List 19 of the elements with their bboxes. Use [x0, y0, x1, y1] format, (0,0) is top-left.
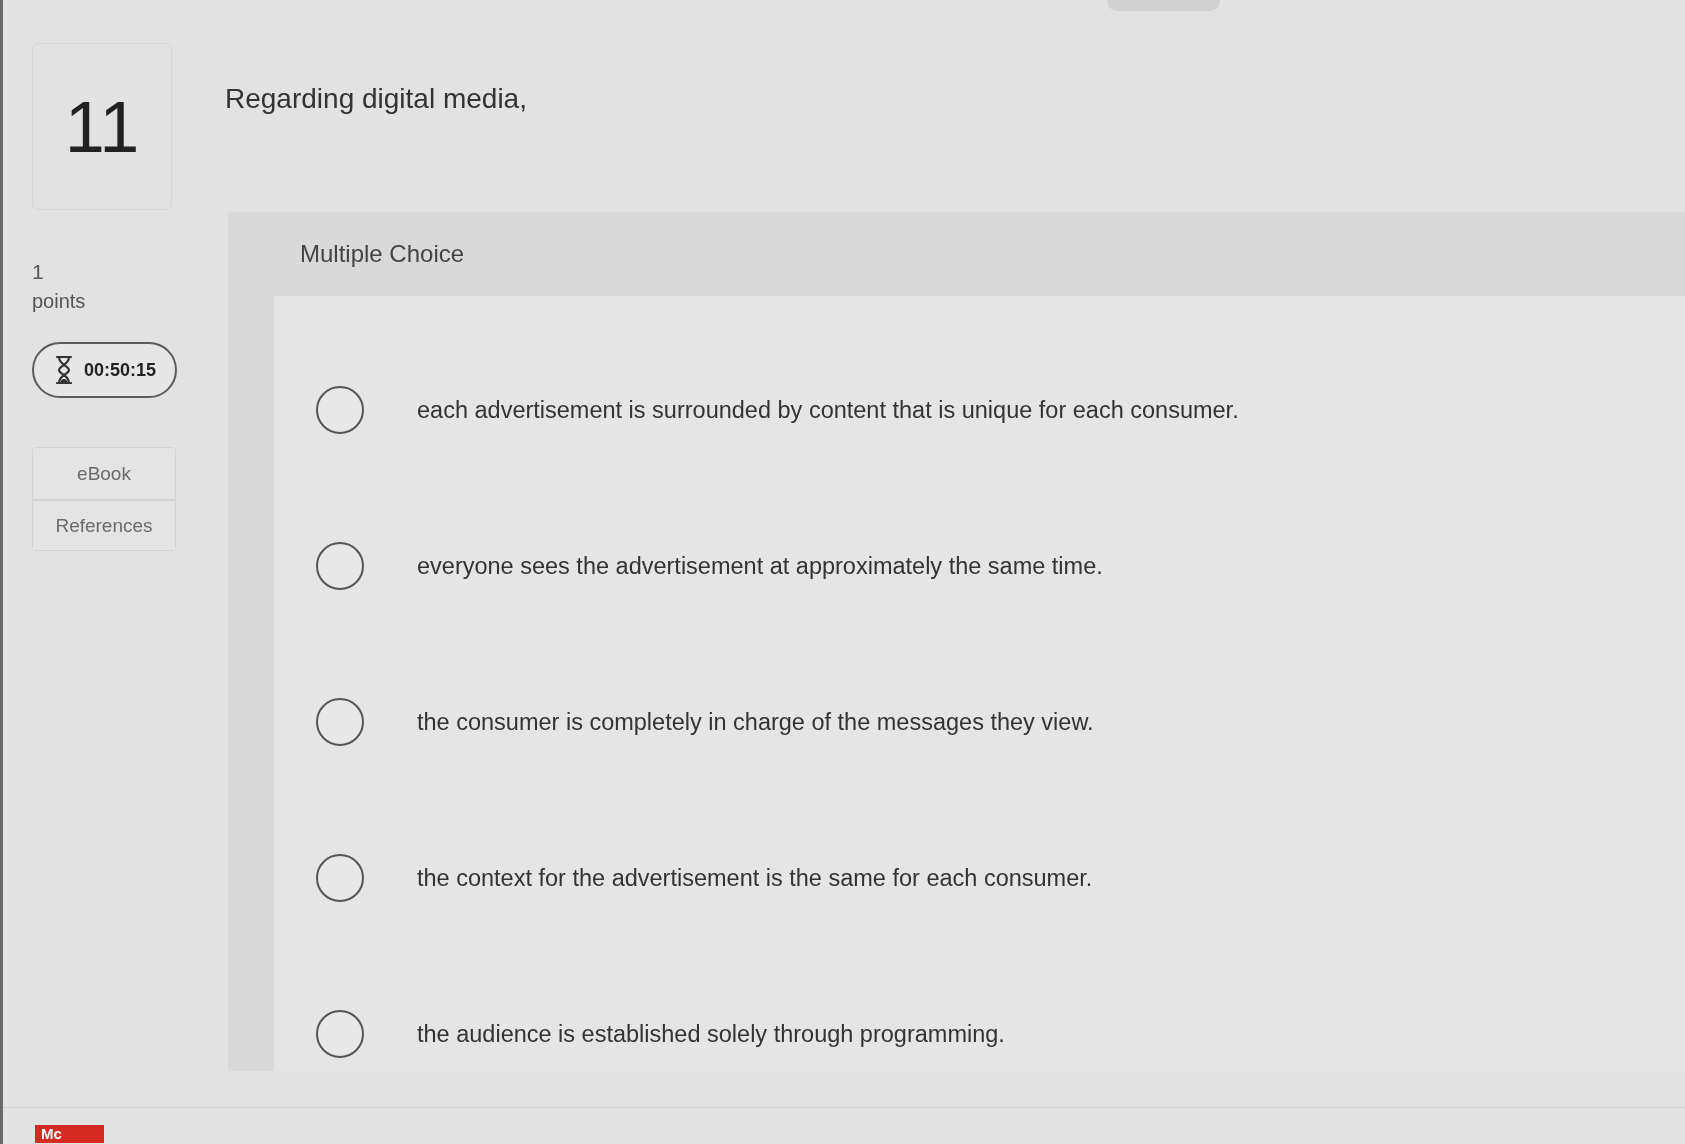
hourglass-icon	[54, 355, 74, 385]
resource-button[interactable]: References	[33, 499, 175, 550]
radio-button[interactable]	[316, 698, 364, 746]
radio-button[interactable]	[316, 542, 364, 590]
points-value: 1	[32, 259, 44, 285]
radio-button[interactable]	[316, 386, 364, 434]
option-text: the context for the advertisement is the same for each consumer.	[417, 864, 1093, 892]
option-text: each advertisement is surrounded by content that is unique for each consumer.	[417, 396, 1239, 424]
question-type-label: Multiple Choice	[300, 240, 465, 268]
question-prompt: Regarding digital media,	[225, 82, 527, 116]
question-number: 11	[32, 43, 172, 210]
option-text: the consumer is completely in charge of the messages they view.	[417, 708, 1094, 736]
points-label: points	[32, 289, 86, 314]
radio-button[interactable]	[316, 1010, 364, 1058]
brand-logo: Mc	[35, 1125, 104, 1143]
option-text: the audience is established solely through programming.	[417, 1020, 1005, 1048]
option-text: everyone sees the advertisement at approximately the same time.	[417, 552, 1103, 580]
timer-text: 00:50:15	[84, 359, 157, 381]
radio-button[interactable]	[316, 854, 364, 902]
